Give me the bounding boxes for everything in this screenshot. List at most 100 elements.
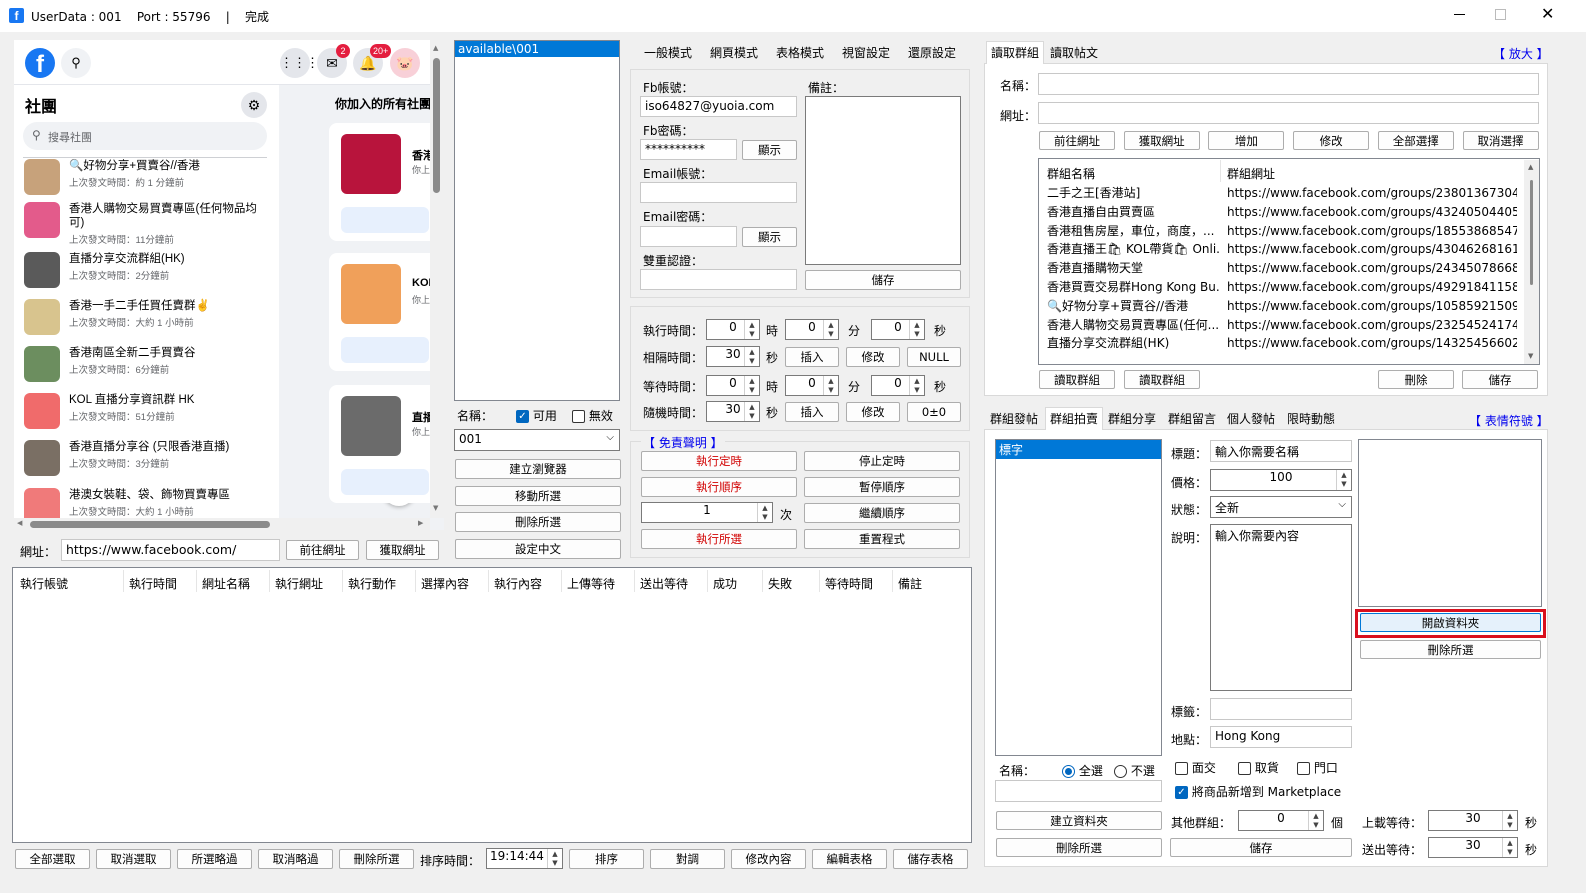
interval-modify-button[interactable]: 修改 bbox=[846, 347, 900, 367]
pause-order-button[interactable]: 暫停順序 bbox=[804, 477, 960, 497]
group-list-item[interactable]: 香港直播分享谷 (只限香港直播) 上次發文時間：3分鐘前 bbox=[24, 438, 274, 482]
groups-search-input[interactable]: ⚲ 搜尋社團 bbox=[23, 122, 267, 150]
group-list-item[interactable]: 香港一手二手任買任賣群✌️ 上次發文時間：大約 1 小時前 bbox=[24, 297, 274, 341]
bottom-button-right-2[interactable]: 修改內容 bbox=[731, 849, 806, 869]
mode-tab-3[interactable]: 視窗設定 bbox=[842, 44, 890, 61]
post-tab-1[interactable]: 群組拍賣 bbox=[1045, 407, 1104, 430]
read-groups-button-1[interactable]: 讀取群組 bbox=[1039, 370, 1115, 389]
scroll-down-icon[interactable]: ▼ bbox=[433, 504, 438, 512]
menu-grid-icon[interactable]: ⋮⋮⋮ bbox=[280, 48, 319, 78]
bottom-button-3[interactable]: 取消略過 bbox=[258, 849, 333, 869]
restart-button[interactable]: 重置程式 bbox=[804, 529, 960, 549]
marketplace-checkbox[interactable]: ✓ 將商品新增到 Marketplace bbox=[1175, 783, 1341, 800]
random-spinner[interactable]: 30 ▲ ▼ bbox=[706, 401, 760, 422]
show-password-button[interactable]: 顯示 bbox=[742, 140, 797, 160]
mode-tab-1[interactable]: 網頁模式 bbox=[710, 44, 758, 61]
group-button-5[interactable]: 取消選擇 bbox=[1462, 131, 1539, 150]
group-list-item[interactable]: 香港人購物交易買賣專區(任何物品均可) 上次發文時間：11分鐘前 bbox=[24, 200, 274, 246]
send-wait-spinner[interactable]: 30 ▲ ▼ bbox=[1428, 837, 1518, 858]
log-col-header[interactable]: 成功 bbox=[713, 575, 737, 592]
delete-selected-button[interactable]: 刪除所選 bbox=[455, 512, 621, 532]
sort-time-spinner[interactable]: 19:14:44 ▲ ▼ bbox=[486, 848, 563, 869]
fb-search-icon[interactable]: ⚲ bbox=[61, 48, 91, 78]
plus-minus-button[interactable]: 0±0 bbox=[907, 402, 961, 422]
fb-account-input[interactable]: iso64827@yuoia.com bbox=[640, 96, 797, 117]
price-spinner[interactable]: 100 ▲ ▼ bbox=[1210, 469, 1352, 491]
maximize-icon[interactable] bbox=[1495, 9, 1506, 20]
exec-selected-button[interactable]: 執行所選 bbox=[641, 529, 797, 549]
group-list-item[interactable]: 直播分享交流群組(HK) 上次發文時間：2分鐘前 bbox=[24, 250, 274, 294]
group-scroll-up-icon[interactable]: ▲ bbox=[1528, 163, 1533, 171]
log-col-header[interactable]: 備註 bbox=[898, 575, 922, 592]
group-row-name[interactable]: 香港直播王🛍 KOL帶貨🛍 Onli... bbox=[1047, 240, 1219, 259]
scroll-up-icon[interactable]: ▲ bbox=[433, 44, 438, 52]
save-post-button[interactable]: 儲存 bbox=[1170, 838, 1352, 857]
log-col-header[interactable]: 送出等待 bbox=[640, 575, 688, 592]
group-row-url[interactable]: https://www.facebook.com/groups/14325456… bbox=[1227, 334, 1517, 353]
post-tab-2[interactable]: 群組分享 bbox=[1104, 409, 1160, 430]
show-email-password-button[interactable]: 顯示 bbox=[742, 227, 797, 247]
group-button-3[interactable]: 修改 bbox=[1293, 131, 1370, 150]
image-preview-box[interactable] bbox=[1358, 439, 1542, 607]
open-folder-button[interactable]: 開啟資料夾 bbox=[1360, 613, 1541, 632]
bottom-button-right-0[interactable]: 排序 bbox=[569, 849, 644, 869]
interval-insert-button[interactable]: 插入 bbox=[785, 347, 839, 367]
url-input[interactable]: https://www.facebook.com/ bbox=[61, 539, 280, 561]
group-button-0[interactable]: 前往網址 bbox=[1039, 131, 1115, 150]
post-tab-3[interactable]: 群組留言 bbox=[1164, 409, 1220, 430]
group-name-input[interactable] bbox=[1038, 73, 1539, 95]
note-textarea[interactable] bbox=[805, 96, 961, 265]
doorstep-checkbox[interactable]: 門口 bbox=[1297, 759, 1338, 776]
delete-images-button[interactable]: 刪除所選 bbox=[1360, 640, 1541, 659]
delete-post-selected-button[interactable]: 刪除所選 bbox=[996, 838, 1162, 857]
post-name-input[interactable] bbox=[995, 780, 1162, 802]
meetup-checkbox[interactable]: 面交 bbox=[1175, 759, 1216, 776]
avatar[interactable]: 🐷 bbox=[390, 48, 420, 78]
wait-minute-spinner[interactable]: 0 ▲ ▼ bbox=[785, 375, 839, 396]
group-url-input[interactable] bbox=[1038, 102, 1539, 124]
group-col-name-header[interactable]: 群組名稱 bbox=[1047, 165, 1095, 182]
bottom-button-2[interactable]: 所選略過 bbox=[177, 849, 252, 869]
set-chinese-button[interactable]: 設定中文 bbox=[455, 539, 621, 559]
twofa-input[interactable] bbox=[640, 269, 797, 290]
group-row-name[interactable]: 香港直播自由買賣區 bbox=[1047, 203, 1219, 222]
post-tab-0[interactable]: 群組發帖 bbox=[986, 409, 1042, 430]
fb-horizontal-scrollbar[interactable]: ◀ ▶ bbox=[14, 518, 430, 530]
log-col-header[interactable]: 執行內容 bbox=[494, 575, 542, 592]
group-button-2[interactable]: 增加 bbox=[1208, 131, 1285, 150]
log-col-header[interactable]: 等待時間 bbox=[825, 575, 873, 592]
scroll-right-icon[interactable]: ▶ bbox=[418, 519, 423, 527]
stop-timer-button[interactable]: 停止定時 bbox=[804, 451, 960, 471]
group-list-scrollbar[interactable]: ▲ ▼ bbox=[1524, 160, 1539, 364]
mode-tab-0[interactable]: 一般模式 bbox=[644, 44, 692, 61]
mode-tab-4[interactable]: 還原設定 bbox=[908, 44, 956, 61]
joined-group-card[interactable]: KOL 你上 bbox=[329, 253, 439, 371]
bottom-button-right-4[interactable]: 儲存表格 bbox=[893, 849, 968, 869]
group-row-name[interactable]: 香港買賣交易群Hong Kong Bu... bbox=[1047, 278, 1219, 297]
log-col-header[interactable]: 執行網址 bbox=[275, 575, 323, 592]
wait-second-spinner[interactable]: 0 ▲ ▼ bbox=[871, 375, 925, 396]
group-row-url[interactable]: https://www.facebook.com/groups/43046268… bbox=[1227, 240, 1517, 259]
group-row-name[interactable]: 香港租售房屋，車位，商度，... bbox=[1047, 222, 1219, 241]
tab-read-posts[interactable]: 讀取帖文 bbox=[1046, 43, 1102, 64]
create-folder-button[interactable]: 建立資料夾 bbox=[996, 811, 1162, 830]
exec-second-spinner[interactable]: 0 ▲ ▼ bbox=[871, 319, 925, 340]
group-row-name[interactable]: 二手之王[香港站] bbox=[1047, 184, 1219, 203]
read-groups-button-2[interactable]: 讀取群組 bbox=[1124, 370, 1200, 389]
mode-tab-2[interactable]: 表格模式 bbox=[776, 44, 824, 61]
exec-minute-spinner[interactable]: 0 ▲ ▼ bbox=[785, 319, 839, 340]
post-listbox[interactable]: 標字 bbox=[995, 439, 1162, 756]
available-checkbox[interactable]: ✓ 可用 bbox=[516, 407, 557, 424]
continue-order-button[interactable]: 繼續順序 bbox=[804, 503, 960, 523]
null-button[interactable]: NULL bbox=[907, 347, 961, 367]
go-url-button[interactable]: 前往網址 bbox=[286, 540, 359, 560]
post-tab-4[interactable]: 個人發帖 bbox=[1223, 409, 1279, 430]
random-modify-button[interactable]: 修改 bbox=[846, 402, 900, 422]
delete-group-button[interactable]: 刪除 bbox=[1378, 370, 1454, 389]
group-row-name[interactable]: 香港人購物交易買賣專區(任何... bbox=[1047, 316, 1219, 335]
scroll-thumb[interactable] bbox=[433, 58, 440, 193]
repeat-count-spinner[interactable]: 1 ▲ ▼ bbox=[641, 502, 773, 523]
move-selected-button[interactable]: 移動所選 bbox=[455, 486, 621, 506]
group-row-url[interactable]: https://www.facebook.com/groups/23254524… bbox=[1227, 316, 1517, 335]
desc-textarea[interactable]: 輸入你需要內容 bbox=[1210, 524, 1352, 691]
